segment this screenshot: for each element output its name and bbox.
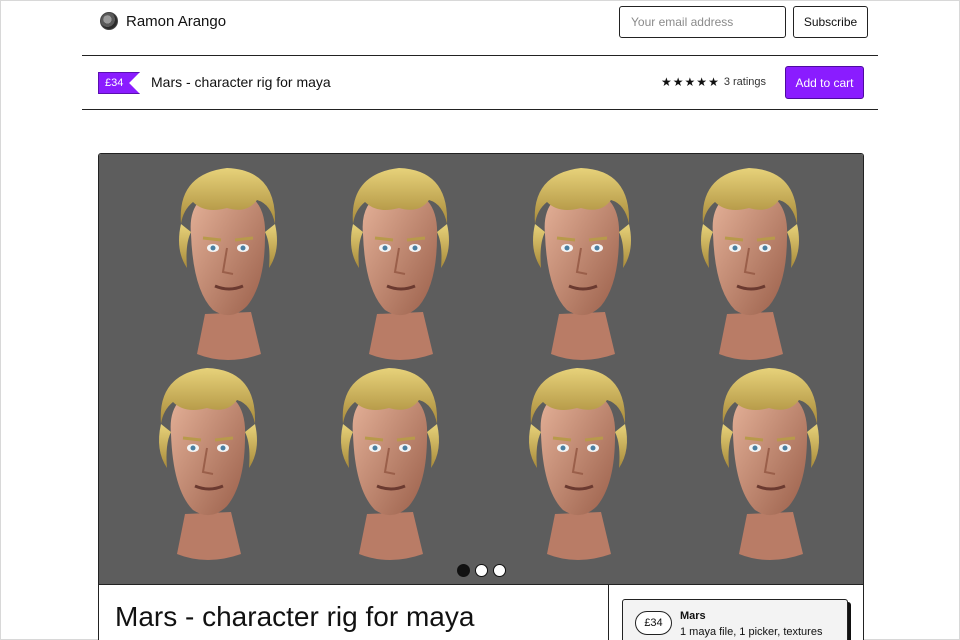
star-icon: ★	[661, 75, 672, 89]
head-render-1	[177, 166, 279, 362]
option-name: Mars	[680, 610, 706, 622]
product-title: Mars - character rig for maya	[115, 601, 475, 632]
star-icon: ★	[708, 75, 719, 89]
rating-count: 3 ratings	[723, 76, 767, 88]
head-render-2	[349, 166, 451, 362]
head-render-3	[531, 166, 633, 362]
option-price: £34	[635, 611, 672, 635]
head-render-8	[719, 366, 821, 562]
creator-header: Ramon Arango Subscribe	[82, 0, 878, 56]
creator-name: Ramon Arango	[126, 12, 227, 30]
add-to-cart-button[interactable]: Add to cart	[785, 66, 864, 99]
character-heads-image	[157, 166, 821, 562]
carousel-dot-3[interactable]	[493, 564, 506, 577]
purchase-sidebar: £34 Mars 1 maya file, 1 picker, textures	[609, 585, 863, 640]
star-icon: ★	[672, 75, 684, 89]
creator-profile[interactable]: Ramon Arango	[100, 12, 226, 30]
product-option[interactable]: £34 Mars 1 maya file, 1 picker, textures	[622, 599, 848, 640]
head-render-4	[699, 166, 801, 362]
email-input[interactable]	[619, 6, 786, 38]
product-card: Mars - character rig for maya £34 Mars 1…	[98, 153, 864, 640]
subscribe-button[interactable]: Subscribe	[793, 6, 868, 38]
carousel-dots	[457, 564, 506, 577]
product-title-small: Mars - character rig for maya	[151, 74, 331, 90]
head-render-5	[157, 366, 259, 562]
image-gallery[interactable]	[99, 154, 863, 585]
star-icon: ★	[684, 75, 696, 89]
head-render-7	[527, 366, 629, 562]
star-icon: ★	[696, 75, 708, 89]
carousel-dot-2[interactable]	[475, 564, 488, 577]
rating-stars: ★ ★ ★ ★ ★	[661, 75, 719, 89]
rating: ★ ★ ★ ★ ★ 3 ratings	[661, 75, 766, 89]
carousel-dot-1[interactable]	[457, 564, 470, 577]
price-tag: £34	[98, 72, 140, 94]
option-description: 1 maya file, 1 picker, textures	[680, 626, 823, 638]
product-details: Mars - character rig for maya	[99, 585, 609, 640]
head-render-6	[339, 366, 441, 562]
product-bar: £34 Mars - character rig for maya ★ ★ ★ ★ ★ …	[82, 56, 878, 110]
avatar	[100, 12, 118, 30]
